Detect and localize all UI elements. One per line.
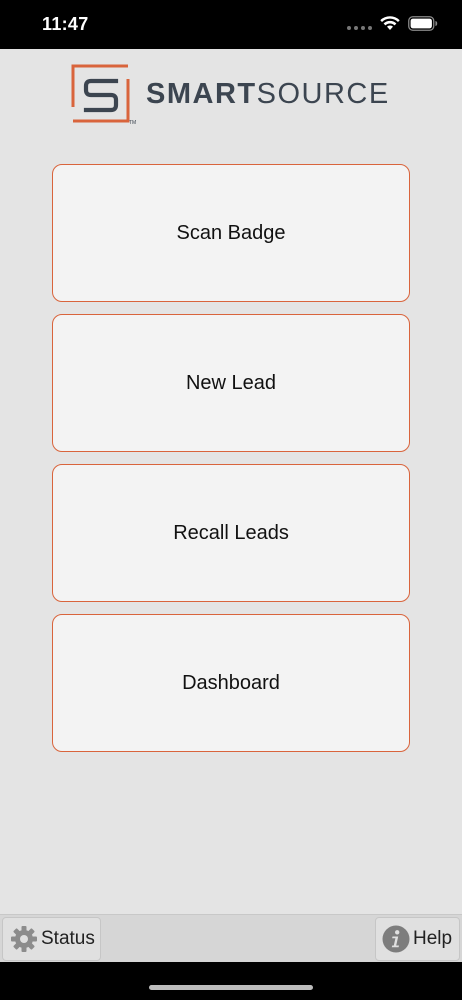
dashboard-label: Dashboard (182, 671, 280, 694)
wifi-icon (380, 16, 400, 31)
home-indicator-area (0, 962, 462, 1000)
dashboard-button[interactable]: Dashboard (52, 614, 410, 752)
status-label: Status (41, 928, 95, 949)
scan-badge-button[interactable]: Scan Badge (52, 164, 410, 302)
smartsource-logo: TM SMARTSOURCE (70, 63, 390, 126)
status-icons (347, 16, 438, 31)
recall-leads-label: Recall Leads (173, 521, 289, 544)
status-button[interactable]: Status (2, 917, 101, 961)
signal-dots-icon (347, 18, 372, 30)
bottom-toolbar: Status Help (0, 914, 462, 962)
info-icon (381, 924, 411, 954)
home-indicator[interactable] (149, 985, 313, 990)
help-label: Help (413, 928, 453, 949)
svg-text:TM: TM (129, 120, 136, 125)
status-time: 11:47 (42, 14, 89, 34)
new-lead-label: New Lead (185, 371, 277, 394)
scan-badge-label: Scan Badge (176, 221, 286, 244)
battery-icon (408, 16, 438, 31)
status-bar: 11:47 (0, 0, 462, 49)
help-button[interactable]: Help (375, 917, 460, 961)
gear-icon (9, 924, 39, 954)
logo-text: SMARTSOURCE (146, 78, 390, 111)
main-menu: Scan Badge New Lead Recall Leads Dashboa… (52, 164, 410, 764)
recall-leads-button[interactable]: Recall Leads (52, 464, 410, 602)
logo-text-light: SOURCE (256, 77, 390, 110)
new-lead-button[interactable]: New Lead (52, 314, 410, 452)
logo-text-bold: SMART (146, 77, 257, 110)
logo-mark-icon: TM (70, 63, 136, 126)
